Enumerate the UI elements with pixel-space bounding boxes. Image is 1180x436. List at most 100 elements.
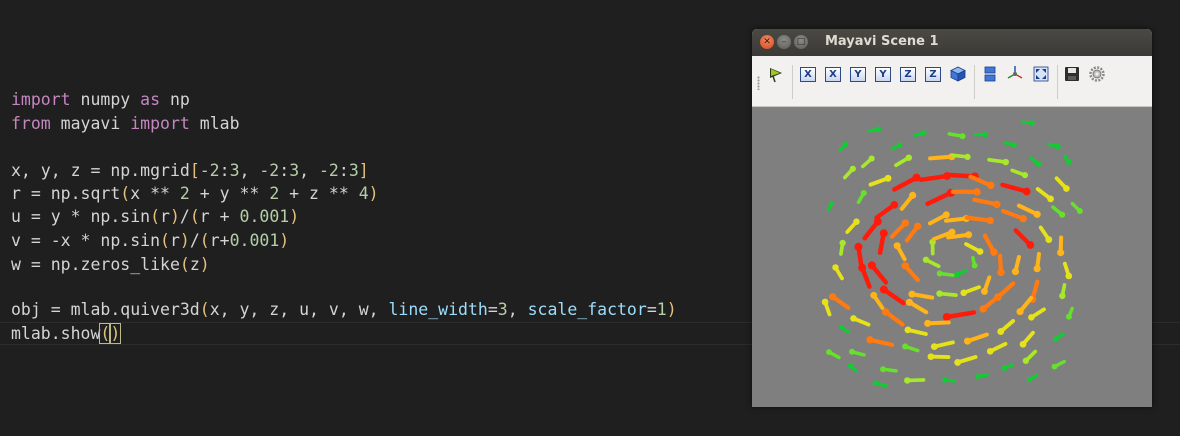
- code-line-7[interactable]: v = -x * np.sin(r)/(r+0.001): [11, 230, 289, 252]
- code-line-2[interactable]: from mayavi import mlab: [11, 113, 240, 135]
- toolbar-separator: [974, 65, 975, 99]
- vector-arrow: [880, 366, 898, 373]
- mayavi-engine-button[interactable]: [767, 64, 787, 84]
- vector-arrow: [1001, 363, 1015, 371]
- vector-arrow: [1000, 182, 1031, 196]
- vector-arrow: [1013, 228, 1035, 249]
- vector-arrow: [838, 324, 850, 334]
- view-z-plus-button[interactable]: Z: [897, 64, 917, 84]
- vector-arrow: [974, 131, 988, 138]
- vector-arrow: [924, 319, 951, 327]
- 3d-scene-viewport[interactable]: [752, 107, 1152, 407]
- vector-arrow: [929, 238, 936, 256]
- vector-arrow: [953, 268, 968, 278]
- toolbar-separator: [1057, 65, 1058, 99]
- vector-arrow: [854, 242, 864, 269]
- mayavi-engine-icon: [770, 68, 782, 83]
- window-titlebar[interactable]: ✕ – □ Mayavi Scene 1: [752, 29, 1152, 56]
- keyword: import: [11, 90, 71, 109]
- vector-arrow: [947, 132, 966, 140]
- toolbar-grip[interactable]: [757, 76, 760, 90]
- parallel-projection-icon: [984, 66, 996, 82]
- vector-arrow: [848, 348, 866, 357]
- axes-indicator-icon: [1007, 66, 1023, 79]
- vector-arrow: [997, 253, 1005, 277]
- vector-arrow: [986, 341, 1008, 355]
- vector-arrow: [925, 188, 955, 207]
- code-line-11[interactable]: mlab.show(): [11, 323, 122, 345]
- code-line-10[interactable]: obj = mlab.quiver3d(x, y, z, u, v, w, li…: [11, 299, 677, 321]
- vector-arrow: [975, 373, 989, 380]
- vector-arrow: [828, 293, 851, 311]
- code-line-4[interactable]: x, y, z = np.mgrid[-2:3, -2:3, -2:3]: [11, 160, 369, 182]
- scene-toolbar: X X Y Y Z Z: [752, 56, 1152, 107]
- vector-arrow: [1051, 205, 1066, 218]
- vector-arrow: [856, 189, 867, 205]
- quiver-plot[interactable]: [752, 107, 1152, 407]
- x-axis-icon: X: [800, 67, 816, 82]
- view-x-plus-button[interactable]: X: [797, 64, 817, 84]
- save-icon: [1065, 67, 1079, 81]
- vector-arrow: [1038, 225, 1053, 243]
- vector-arrow: [930, 340, 955, 351]
- vector-arrow: [847, 363, 859, 373]
- isometric-view-button[interactable]: [948, 64, 968, 84]
- maximize-button[interactable]: □: [794, 35, 808, 49]
- code-line-5[interactable]: r = np.sqrt(x ** 2 + y ** 2 + z ** 4): [11, 183, 379, 205]
- parallel-projection-button[interactable]: [980, 64, 1000, 84]
- vector-arrow: [905, 298, 929, 315]
- view-y-plus-button[interactable]: Y: [847, 64, 867, 84]
- minimize-button[interactable]: –: [777, 35, 791, 49]
- vector-arrow: [928, 153, 956, 161]
- vector-arrow: [904, 377, 926, 384]
- vector-arrow: [936, 290, 958, 297]
- code-line-8[interactable]: w = np.zeros_like(z): [11, 254, 210, 276]
- vector-arrow: [1028, 307, 1046, 321]
- vector-arrow: [866, 336, 895, 347]
- vector-arrow: [877, 229, 888, 255]
- code-line-1[interactable]: import numpy as np: [11, 89, 190, 111]
- view-y-minus-button[interactable]: Y: [872, 64, 892, 84]
- isometric-view-icon: [950, 66, 966, 82]
- vector-arrow: [1011, 255, 1021, 276]
- vector-arrow: [850, 315, 871, 327]
- vector-arrow: [1066, 306, 1074, 320]
- vector-arrow: [826, 200, 835, 212]
- vector-arrow: [1033, 251, 1042, 273]
- fullscreen-button[interactable]: [1031, 64, 1051, 84]
- vector-arrow: [904, 222, 922, 243]
- vector-arrow: [1001, 208, 1027, 223]
- vector-arrow: [936, 270, 955, 277]
- vector-arrow: [842, 165, 856, 180]
- view-z-minus-button[interactable]: Z: [922, 64, 942, 84]
- vector-arrow: [1054, 176, 1070, 192]
- vector-arrow: [972, 197, 1001, 209]
- vector-arrow: [874, 201, 899, 220]
- vector-arrow: [838, 141, 848, 152]
- x-axis-icon: X: [825, 67, 841, 82]
- vector-arrow: [1062, 261, 1073, 280]
- mayavi-scene-window[interactable]: ✕ – □ Mayavi Scene 1 X X Y Y Z Z: [752, 29, 1152, 407]
- vector-arrow: [1059, 283, 1067, 300]
- vector-arrow: [1022, 349, 1038, 364]
- vector-arrow: [1051, 359, 1067, 370]
- close-button[interactable]: ✕: [760, 35, 774, 49]
- code-line-6[interactable]: u = y * np.sin(r)/(r + 0.001): [11, 206, 299, 228]
- view-x-minus-button[interactable]: X: [822, 64, 842, 84]
- vector-arrow: [881, 308, 905, 327]
- vector-arrow: [987, 157, 1009, 166]
- vector-arrow: [963, 332, 989, 345]
- vector-arrow: [870, 291, 885, 310]
- vector-arrow: [951, 153, 971, 160]
- settings-button[interactable]: [1087, 64, 1107, 84]
- vector-arrow: [845, 218, 860, 234]
- vector-arrow: [1035, 187, 1054, 203]
- maximize-icon: □: [796, 37, 806, 47]
- vector-arrow: [997, 318, 1016, 335]
- vector-arrow: [1063, 154, 1072, 165]
- z-axis-icon: Z: [900, 67, 916, 82]
- save-button[interactable]: [1062, 64, 1082, 84]
- axes-indicator-button[interactable]: [1005, 64, 1025, 84]
- vector-arrow: [971, 255, 978, 269]
- vector-arrow: [1019, 330, 1035, 348]
